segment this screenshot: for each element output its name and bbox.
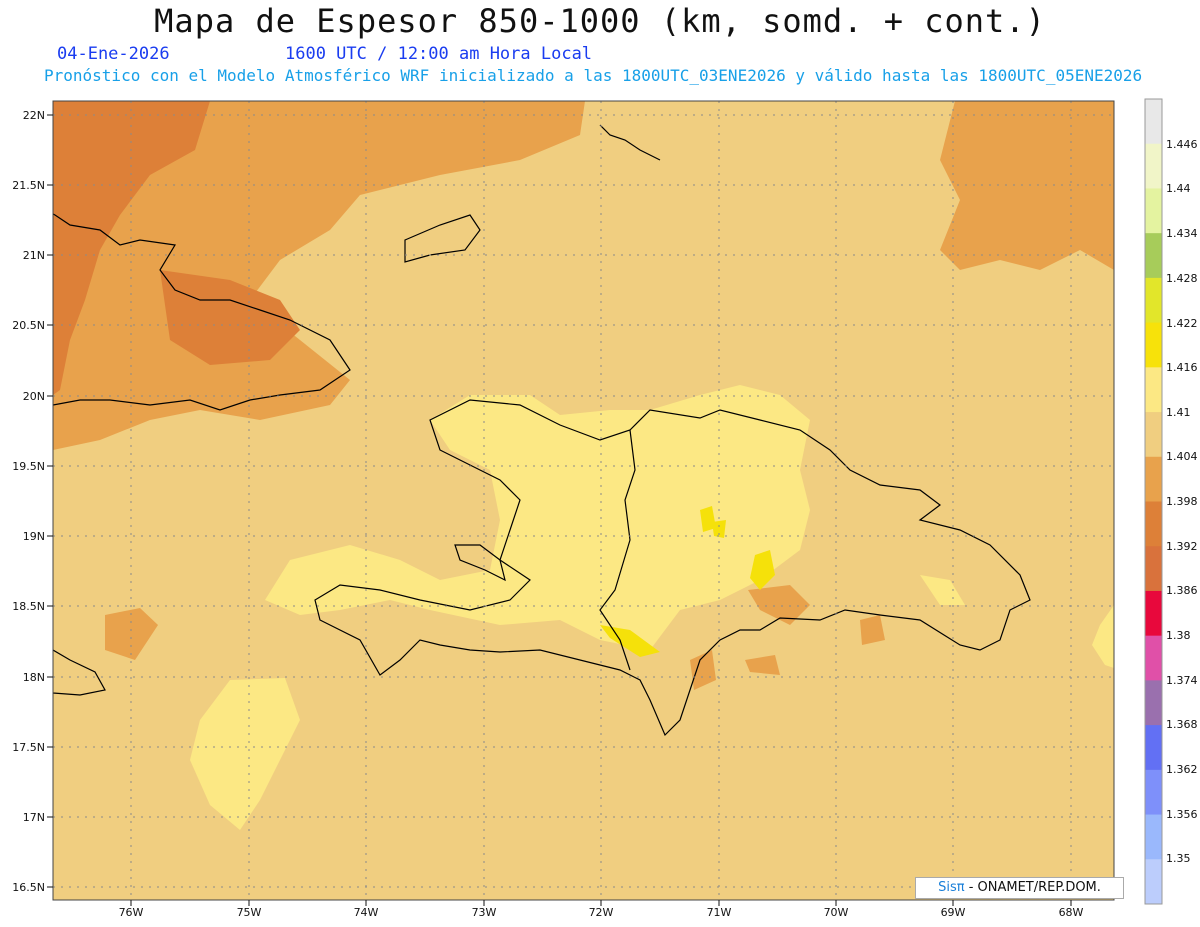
colorbar-label: 1.434 xyxy=(1166,227,1198,240)
lon-label: 70W xyxy=(824,906,849,919)
credit-text: - ONAMET/REP.DOM. xyxy=(964,880,1101,895)
colorbar-swatch xyxy=(1145,814,1162,860)
colorbar-label: 1.362 xyxy=(1166,763,1198,776)
latitude-ticks xyxy=(47,114,53,888)
lat-label: 18.5N xyxy=(12,600,45,613)
colorbar-label: 1.35 xyxy=(1166,852,1191,865)
lon-label: 76W xyxy=(119,906,144,919)
longitude-ticks xyxy=(130,900,1072,906)
colorbar-swatch xyxy=(1145,680,1162,726)
colorbar-label: 1.422 xyxy=(1166,317,1198,330)
colorbar-label: 1.392 xyxy=(1166,540,1198,553)
max-area-4 xyxy=(712,520,726,538)
lat-label: 17.5N xyxy=(12,741,45,754)
colorbar-swatch xyxy=(1145,501,1162,547)
colorbar-swatch xyxy=(1145,456,1162,502)
colorbar-label: 1.446 xyxy=(1166,138,1198,151)
lat-label: 18N xyxy=(23,671,45,684)
lat-label: 17N xyxy=(23,811,45,824)
colorbar-label: 1.404 xyxy=(1166,450,1198,463)
colorbar-swatch xyxy=(1145,99,1162,145)
colorbar-label: 1.416 xyxy=(1166,361,1198,374)
colorbar-swatch xyxy=(1145,412,1162,458)
lon-label: 69W xyxy=(941,906,966,919)
colorbar-label: 1.428 xyxy=(1166,272,1198,285)
colorbar-swatch xyxy=(1145,322,1162,368)
colorbar-label: 1.386 xyxy=(1166,584,1198,597)
lat-label: 19.5N xyxy=(12,460,45,473)
thickness-field xyxy=(53,101,1114,900)
lat-label: 20N xyxy=(23,390,45,403)
colorbar-label: 1.44 xyxy=(1166,182,1191,195)
colorbar-label: 1.398 xyxy=(1166,495,1198,508)
colorbar-swatch xyxy=(1145,859,1162,905)
lat-label: 21N xyxy=(23,249,45,262)
lat-label: 20.5N xyxy=(12,319,45,332)
lon-label: 75W xyxy=(237,906,262,919)
colorbar-swatch xyxy=(1145,143,1162,189)
colorbar-swatch xyxy=(1145,546,1162,592)
colorbar-swatch xyxy=(1145,635,1162,681)
latitude-axis: 22N 21.5N 21N 20.5N 20N 19.5N 19N 18.5N … xyxy=(12,109,45,894)
colorbar-swatch xyxy=(1145,367,1162,413)
lat-label: 19N xyxy=(23,530,45,543)
colorbar-swatch xyxy=(1145,233,1162,279)
lon-label: 74W xyxy=(354,906,379,919)
colorbar-label: 1.356 xyxy=(1166,808,1198,821)
colorbar-swatch xyxy=(1145,725,1162,771)
lon-label: 72W xyxy=(589,906,614,919)
colorbar-label: 1.374 xyxy=(1166,674,1198,687)
color-scale xyxy=(1144,98,1163,905)
lon-label: 71W xyxy=(707,906,732,919)
lon-label: 73W xyxy=(472,906,497,919)
lon-label: 68W xyxy=(1059,906,1084,919)
lat-label: 16.5N xyxy=(12,881,45,894)
colorbar-swatch xyxy=(1145,590,1162,637)
colorbar-swatch xyxy=(1145,188,1162,234)
lat-label: 22N xyxy=(23,109,45,122)
colorbar-swatch xyxy=(1145,277,1162,324)
colorbar-label: 1.368 xyxy=(1166,718,1198,731)
credit-box: Sisπ - ONAMET/REP.DOM. xyxy=(915,877,1124,899)
sispi-logo: Sisπ xyxy=(938,880,965,895)
longitude-axis: 76W 75W 74W 73W 72W 71W 70W 69W 68W xyxy=(119,906,1084,919)
colorbar-swatch xyxy=(1145,769,1162,816)
colorbar-labels: 1.446 1.44 1.434 1.428 1.422 1.416 1.41 … xyxy=(1166,138,1198,865)
lat-label: 21.5N xyxy=(12,179,45,192)
colorbar-label: 1.41 xyxy=(1166,406,1191,419)
colorbar-label: 1.38 xyxy=(1166,629,1191,642)
map-canvas: 22N 21.5N 21N 20.5N 20N 19.5N 19N 18.5N … xyxy=(12,98,1198,919)
